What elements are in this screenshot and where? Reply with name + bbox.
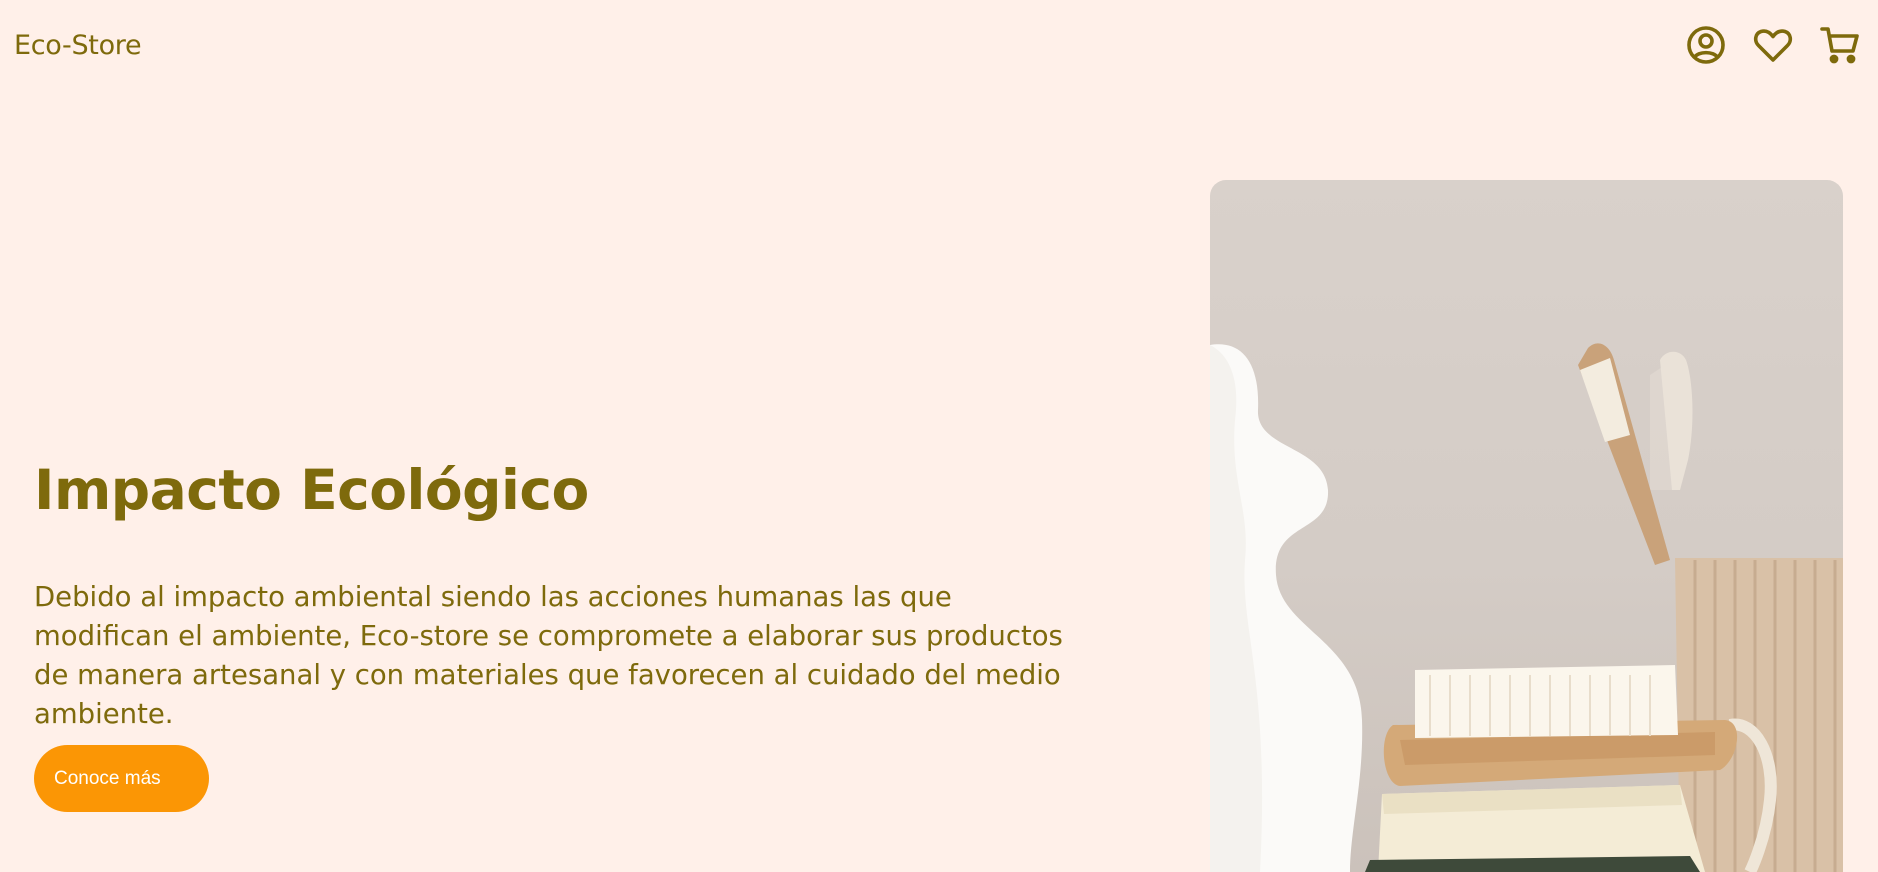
- shopping-cart-icon: [1820, 27, 1859, 64]
- brand-logo[interactable]: Eco-Store: [14, 30, 142, 61]
- hero-description: Debido al impacto ambiental siendo las a…: [34, 581, 1063, 730]
- wishlist-button[interactable]: [1753, 24, 1793, 66]
- header-actions: [1686, 24, 1860, 66]
- toothbrush-icon: [1578, 343, 1693, 565]
- site-header: Eco-Store: [0, 0, 1878, 96]
- hero-product-image: [1210, 180, 1843, 872]
- cart-button[interactable]: [1820, 24, 1860, 66]
- heart-icon: [1753, 29, 1793, 62]
- user-circle-icon: [1687, 26, 1725, 64]
- account-button[interactable]: [1686, 24, 1726, 66]
- ribbed-cup: [1675, 558, 1843, 872]
- hero-title: Impacto Ecológico: [34, 458, 589, 522]
- learn-more-button[interactable]: Conoce más: [34, 745, 209, 812]
